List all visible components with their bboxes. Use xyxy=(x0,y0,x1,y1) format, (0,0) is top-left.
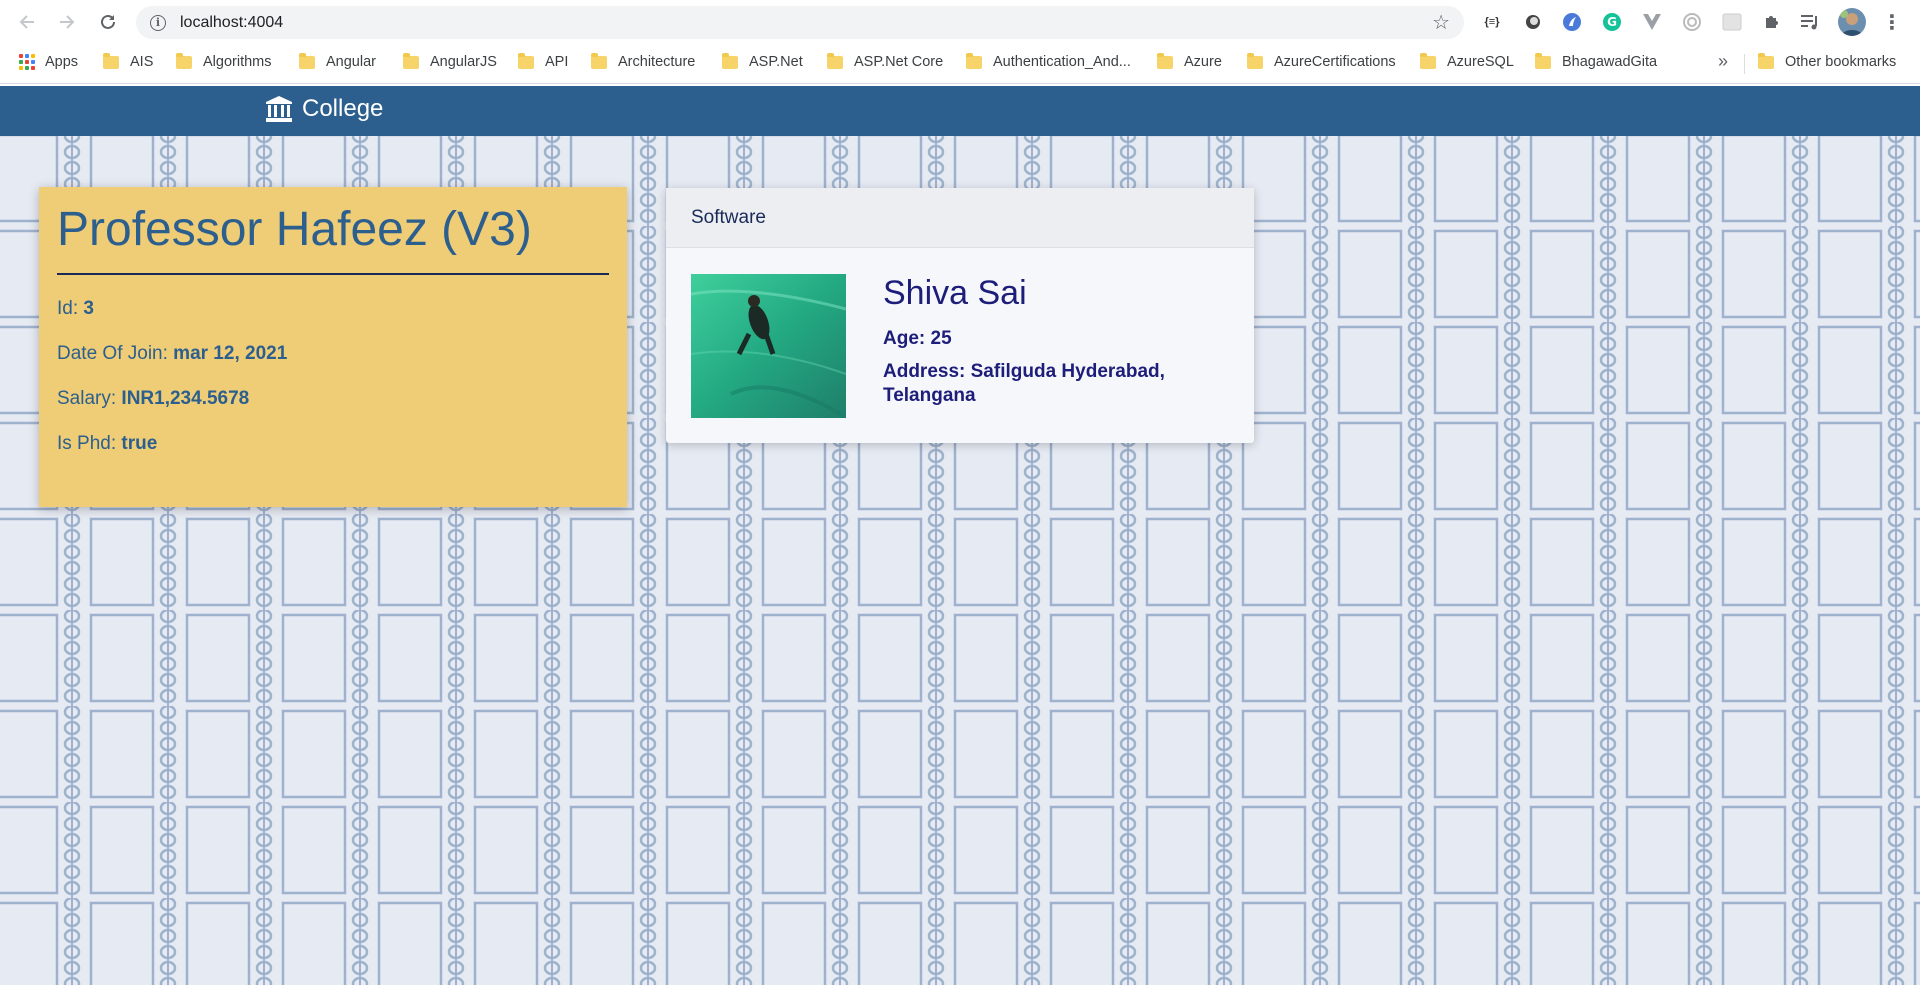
professor-salary-value: INR1,234.5678 xyxy=(121,388,250,409)
address-url[interactable]: localhost:4004 xyxy=(180,14,283,32)
field-label: Is Phd: xyxy=(57,433,122,454)
bookmarks-bar: Apps AIS Algorithms Angular AngularJS AP… xyxy=(0,44,1920,84)
folder-icon xyxy=(827,52,843,69)
student-address: Address: Safilguda Hyderabad, Telangana xyxy=(883,361,1165,406)
bookmark-label: Other bookmarks xyxy=(1785,54,1897,70)
reload-icon[interactable] xyxy=(94,8,122,36)
bookmark-label: AzureCertifications xyxy=(1274,54,1396,70)
bookmark-folder-ais[interactable]: AIS xyxy=(103,52,154,70)
bookmark-label: API xyxy=(545,54,569,70)
bookmark-folder-architecture[interactable]: Architecture xyxy=(591,52,696,70)
professor-salary-row: Salary: INR1,234.5678 xyxy=(57,388,609,410)
bookmark-folder-azuresql[interactable]: AzureSQL xyxy=(1420,52,1514,70)
bookmark-folder-azurecertifications[interactable]: AzureCertifications xyxy=(1247,52,1396,70)
bookmark-folder-angular[interactable]: Angular xyxy=(299,52,376,70)
puzzle-icon[interactable] xyxy=(1760,10,1784,34)
brand-title: College xyxy=(302,95,384,122)
bookmark-label: Azure xyxy=(1184,54,1222,70)
professor-phd-row: Is Phd: true xyxy=(57,433,609,455)
folder-icon xyxy=(1758,52,1774,69)
title-divider xyxy=(57,273,609,275)
folder-icon xyxy=(518,52,534,69)
folder-icon xyxy=(591,52,607,69)
bookmark-folder-api[interactable]: API xyxy=(518,52,569,70)
professor-card: Professor Hafeez (V3) Id: 3 Date Of Join… xyxy=(39,187,627,507)
back-icon[interactable] xyxy=(13,8,41,36)
bookmark-folder-authentication[interactable]: Authentication_And... xyxy=(966,52,1131,70)
folder-icon xyxy=(299,52,315,69)
bookmark-folder-angularjs[interactable]: AngularJS xyxy=(403,52,497,70)
professor-id-value: 3 xyxy=(83,298,94,319)
student-photo xyxy=(691,274,846,418)
bookmark-star-icon[interactable]: ☆ xyxy=(1432,10,1450,35)
institution-icon xyxy=(266,96,292,122)
folder-icon xyxy=(403,52,419,69)
folder-icon xyxy=(176,52,192,69)
screenshot-extension-icon[interactable] xyxy=(1720,10,1744,34)
bookmark-label: ASP.Net xyxy=(749,54,803,70)
student-name: Shiva Sai xyxy=(883,274,1027,312)
circle-extension-icon[interactable] xyxy=(1521,10,1545,34)
bookmark-folder-aspnet[interactable]: ASP.Net xyxy=(722,52,803,70)
bookmark-label: BhagawadGita xyxy=(1562,54,1658,70)
bookmark-folder-aspnet-core[interactable]: ASP.Net Core xyxy=(827,52,944,70)
professor-phd-value: true xyxy=(121,433,158,454)
bookmark-label: ASP.Net Core xyxy=(854,54,944,70)
bookmark-label: Algorithms xyxy=(203,54,272,70)
folder-icon xyxy=(722,52,738,69)
bookmark-label: Angular xyxy=(326,54,376,70)
main-content: Professor Hafeez (V3) Id: 3 Date Of Join… xyxy=(0,136,1920,985)
forward-icon[interactable] xyxy=(53,8,81,36)
apps-grid-icon xyxy=(19,54,35,70)
site-info-icon[interactable]: i xyxy=(150,14,166,31)
bookmark-folder-bhagawadgita[interactable]: BhagawadGita xyxy=(1535,52,1658,70)
bookmarks-overflow-button[interactable]: » xyxy=(1718,51,1728,72)
student-card-header: Software xyxy=(666,188,1254,248)
field-label: Salary: xyxy=(57,388,122,409)
reading-list-icon[interactable] xyxy=(1798,10,1822,34)
student-card: Software Shiva Sai Age: 25 Address: Safi… xyxy=(666,188,1254,443)
bookmarks-divider xyxy=(1744,54,1745,74)
svg-text:G: G xyxy=(1607,15,1617,29)
professor-doj-value: mar 12, 2021 xyxy=(173,343,288,364)
bookmark-folder-azure[interactable]: Azure xyxy=(1157,52,1222,70)
browser-toolbar: i localhost:4004 ☆ {≡} G ⋮ xyxy=(0,0,1920,44)
avatar[interactable] xyxy=(1838,8,1866,36)
field-label: Date Of Join: xyxy=(57,343,174,364)
address-bar[interactable]: i localhost:4004 ☆ xyxy=(136,6,1464,39)
folder-icon xyxy=(1535,52,1551,69)
vue-devtools-icon[interactable] xyxy=(1640,10,1664,34)
bookmark-folder-other[interactable]: Other bookmarks xyxy=(1758,52,1897,70)
target-extension-icon[interactable] xyxy=(1680,10,1704,34)
bookmark-label: AzureSQL xyxy=(1447,54,1514,70)
bookmark-folder-algorithms[interactable]: Algorithms xyxy=(176,52,272,70)
student-age: Age: 25 xyxy=(883,328,952,349)
folder-icon xyxy=(103,52,119,69)
folder-icon xyxy=(966,52,982,69)
app-navbar: College xyxy=(0,86,1920,136)
bookmark-label: AIS xyxy=(130,54,154,70)
brand-link[interactable]: College xyxy=(264,95,383,123)
bookmark-label: Authentication_And... xyxy=(993,54,1131,70)
grammarly-icon[interactable]: G xyxy=(1600,10,1624,34)
professor-title: Professor Hafeez (V3) xyxy=(57,203,532,256)
kebab-menu-icon[interactable]: ⋮ xyxy=(1880,10,1904,34)
professor-doj-row: Date Of Join: mar 12, 2021 xyxy=(57,343,609,365)
bookmark-apps[interactable]: Apps xyxy=(19,54,78,70)
bookmark-label: AngularJS xyxy=(430,54,497,70)
folder-icon xyxy=(1420,52,1436,69)
bookmark-label: Architecture xyxy=(618,54,696,70)
bookmark-label: Apps xyxy=(45,54,79,70)
blue-extension-icon[interactable] xyxy=(1560,10,1584,34)
folder-icon xyxy=(1157,52,1173,69)
professor-id-row: Id: 3 xyxy=(57,298,609,320)
folder-icon xyxy=(1247,52,1263,69)
field-label: Id: xyxy=(57,298,84,319)
json-viewer-icon[interactable]: {≡} xyxy=(1480,10,1504,34)
